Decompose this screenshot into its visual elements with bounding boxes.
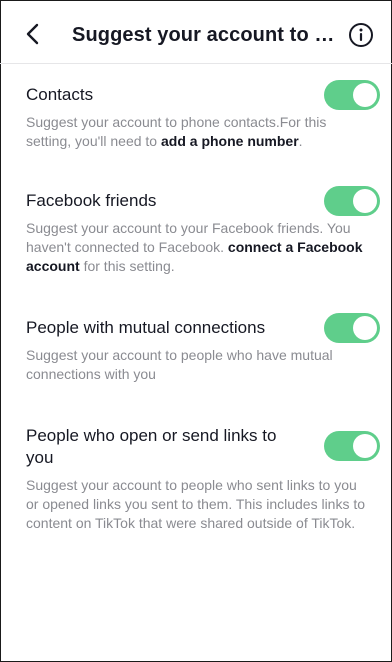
- setting-mutual-connections: People with mutual connections Suggest y…: [26, 313, 380, 384]
- description-text-end: .: [298, 133, 303, 149]
- setting-facebook-friends: Facebook friends Suggest your account to…: [26, 186, 380, 276]
- header-bar: Suggest your account to o...: [0, 0, 392, 64]
- toggle-knob: [353, 434, 377, 458]
- setting-title: People with mutual connections: [26, 318, 266, 337]
- open-send-links-toggle[interactable]: [324, 431, 380, 461]
- toggle-knob: [353, 316, 377, 340]
- setting-contacts: Contacts Suggest your account to phone c…: [26, 80, 380, 151]
- info-icon[interactable]: [348, 22, 374, 48]
- setting-description: Suggest your account to your Facebook fr…: [26, 219, 372, 276]
- setting-description: Suggest your account to phone contacts.F…: [26, 113, 372, 151]
- description-text: Suggest your account to people who have …: [26, 347, 333, 382]
- setting-title: Facebook friends: [26, 191, 157, 210]
- setting-title: People who open or send links to you: [26, 426, 277, 467]
- setting-open-send-links: People who open or send links to you Sug…: [26, 425, 380, 533]
- mutual-connections-toggle[interactable]: [324, 313, 380, 343]
- setting-description: Suggest your account to people who have …: [26, 346, 372, 384]
- setting-title: Contacts: [26, 85, 94, 104]
- setting-description: Suggest your account to people who sent …: [26, 476, 372, 533]
- description-text: Suggest your account to people who sent …: [26, 477, 366, 531]
- description-text-end: for this setting.: [79, 258, 175, 274]
- contacts-toggle[interactable]: [324, 80, 380, 110]
- facebook-friends-toggle[interactable]: [324, 186, 380, 216]
- toggle-knob: [353, 83, 377, 107]
- toggle-knob: [353, 189, 377, 213]
- add-phone-number-link[interactable]: add a phone number: [161, 133, 299, 149]
- chevron-left-icon[interactable]: [22, 22, 46, 46]
- page-title: Suggest your account to o...: [72, 24, 340, 46]
